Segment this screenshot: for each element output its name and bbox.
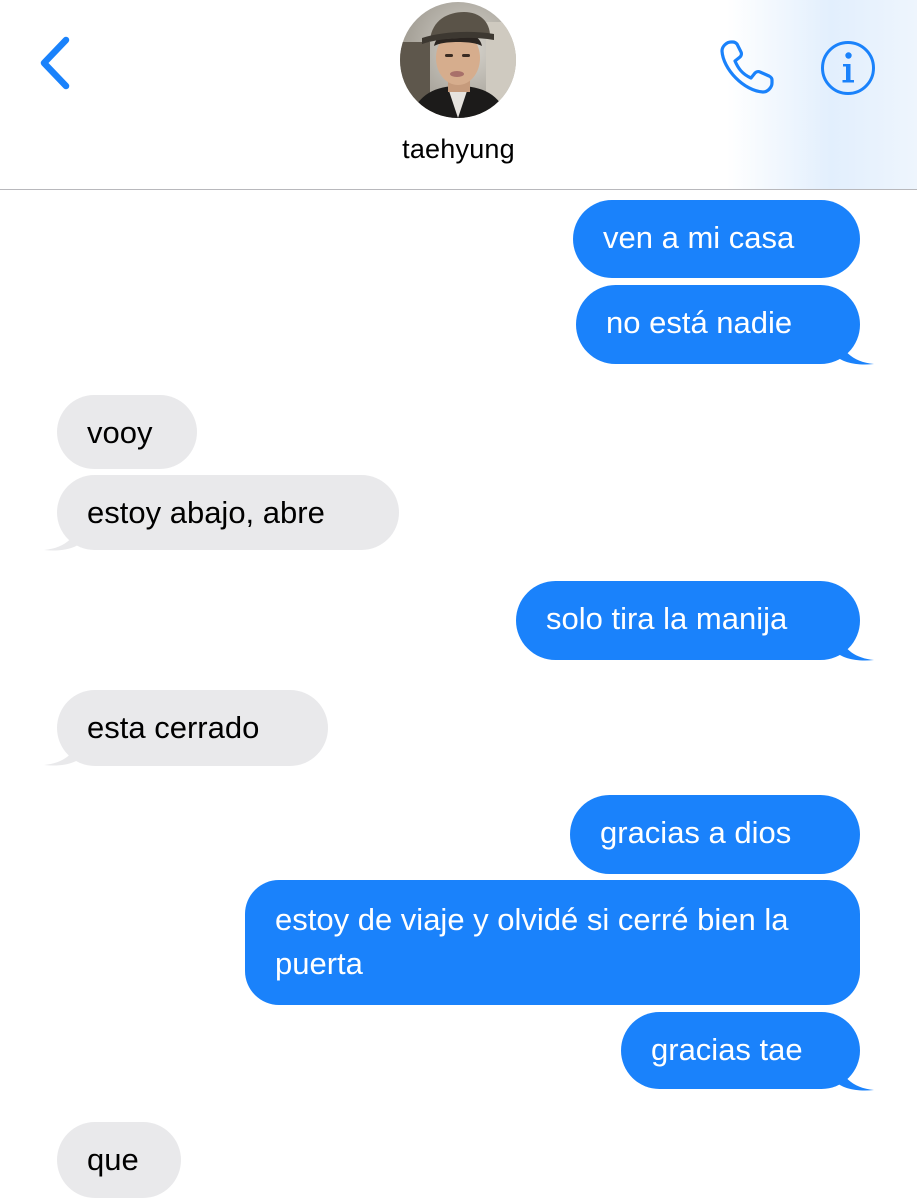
received-bubble-tail: [44, 731, 82, 766]
phone-icon: [720, 40, 774, 94]
conversation-header: taehyung: [0, 0, 917, 190]
message-bubble-received[interactable]: estoy abajo, abre: [57, 475, 399, 550]
message-bubble-sent[interactable]: gracias tae: [621, 1012, 860, 1089]
contact-avatar[interactable]: [400, 2, 516, 118]
messages-screen: ven a mi casa no está nadie vooy estoy a…: [0, 0, 917, 1200]
avatar-photo: [400, 2, 516, 118]
info-button[interactable]: [820, 40, 876, 96]
sent-bubble-tail: [836, 626, 874, 661]
message-bubble-sent[interactable]: estoy de viaje y olvidé si cerré bien la…: [245, 880, 860, 1005]
message-bubble-sent[interactable]: no está nadie: [576, 285, 860, 364]
info-icon: [821, 41, 875, 95]
received-bubble-tail: [44, 516, 82, 551]
header-divider: [0, 189, 917, 190]
message-bubble-received[interactable]: que: [57, 1122, 181, 1198]
contact-name[interactable]: taehyung: [0, 134, 917, 165]
sent-bubble-tail: [836, 1056, 874, 1091]
message-bubble-received[interactable]: vooy: [57, 395, 197, 469]
message-bubble-sent[interactable]: solo tira la manija: [516, 581, 860, 660]
chevron-left-icon: [40, 36, 70, 90]
back-button[interactable]: [34, 34, 78, 92]
message-bubble-received[interactable]: esta cerrado: [57, 690, 328, 766]
sent-bubble-tail: [836, 330, 874, 365]
call-button[interactable]: [716, 36, 778, 98]
message-bubble-sent[interactable]: gracias a dios: [570, 795, 860, 874]
message-bubble-sent[interactable]: ven a mi casa: [573, 200, 860, 278]
